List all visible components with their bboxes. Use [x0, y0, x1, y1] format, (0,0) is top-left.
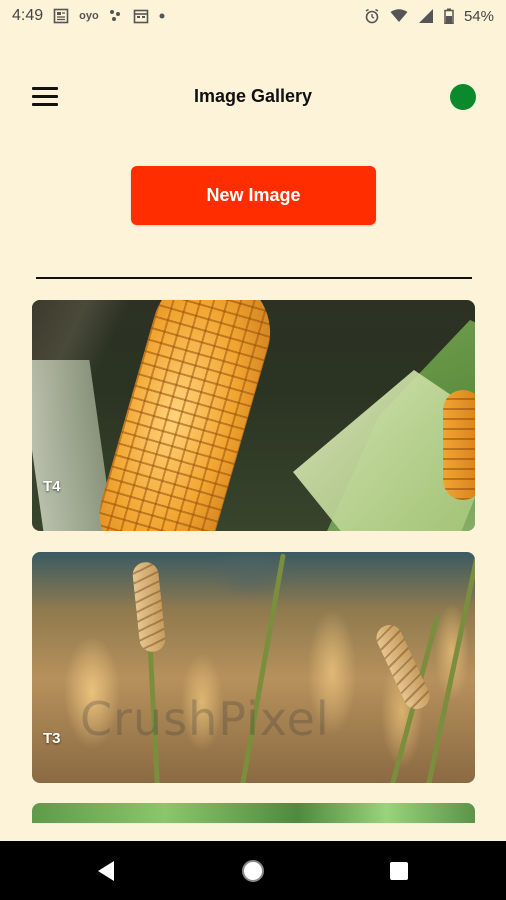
gallery-item-label: T3: [43, 730, 61, 747]
watermark: CrushPixel: [80, 692, 330, 746]
corn-cob-photo: [32, 300, 475, 531]
dots-icon: [109, 9, 123, 23]
status-time: 4:49: [12, 7, 44, 24]
page-title: Image Gallery: [193, 86, 313, 106]
app-bar: Image Gallery: [0, 64, 506, 130]
signal-icon: [418, 8, 434, 24]
home-icon[interactable]: [223, 841, 283, 900]
gallery-item-label: T4: [43, 478, 61, 495]
new-image-button[interactable]: New Image: [131, 166, 376, 225]
alarm-icon: [364, 8, 380, 24]
green-leaves-photo: [32, 803, 475, 823]
battery-percent: 54%: [463, 7, 494, 25]
news-icon: [53, 8, 69, 24]
divider: [36, 277, 472, 279]
calendar-icon: [133, 8, 149, 24]
wifi-icon: [390, 9, 408, 23]
corn-cob-small: [443, 390, 475, 500]
gallery-item-t4[interactable]: T4: [32, 300, 475, 531]
corn-cob: [87, 300, 285, 531]
system-nav-bar: [0, 841, 506, 900]
oyo-icon: oyo: [79, 10, 99, 22]
back-icon[interactable]: [76, 841, 136, 900]
gallery-item-t3[interactable]: CrushPixel T3: [32, 552, 475, 783]
recents-icon[interactable]: [369, 841, 429, 900]
status-bar-right: 54%: [364, 8, 494, 25]
dot-icon: [159, 13, 165, 19]
battery-icon: [444, 8, 454, 24]
connection-status-dot: [450, 84, 476, 110]
status-bar-left: 4:49 oyo: [12, 7, 165, 25]
wheat-field-photo: CrushPixel: [32, 552, 475, 783]
gallery-item-partial[interactable]: [32, 803, 475, 823]
status-bar: 4:49 oyo 54%: [0, 0, 506, 32]
